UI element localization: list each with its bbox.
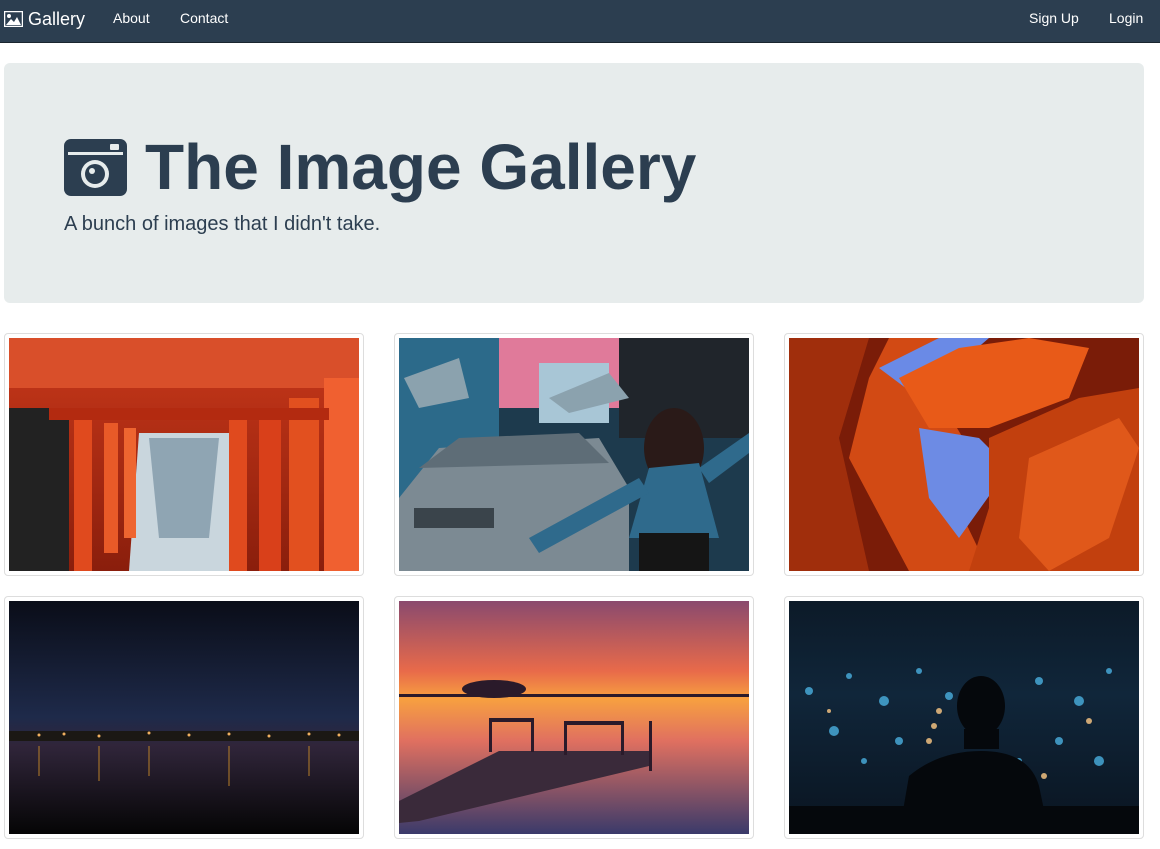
nav-about-link[interactable]: About (113, 0, 150, 37)
brand-link[interactable]: Gallery (4, 0, 85, 38)
delorean-woman-photo (399, 338, 749, 571)
nav-login-link[interactable]: Login (1109, 0, 1143, 37)
top-navbar: Gallery About Contact Sign Up Login (0, 0, 1160, 43)
gallery-thumbnail[interactable] (784, 333, 1144, 576)
image-icon (4, 11, 23, 27)
torii-gates-photo (9, 338, 359, 571)
night-city-river-photo (9, 601, 359, 834)
brand-label: Gallery (28, 8, 86, 29)
gallery-thumbnail[interactable] (784, 596, 1144, 839)
city-bokeh-silhouette-photo (789, 601, 1139, 834)
title-text: The Image Gallery (145, 131, 697, 203)
canyon-rock-photo (789, 338, 1139, 571)
subtitle: A bunch of images that I didn't take. (64, 213, 381, 235)
nav-contact-link[interactable]: Contact (180, 0, 228, 37)
gallery-thumbnail[interactable] (4, 596, 364, 839)
gallery-thumbnail[interactable] (394, 333, 754, 576)
sunset-dock-photo (399, 601, 749, 834)
jumbotron: The Image Gallery A bunch of images that… (4, 63, 1144, 303)
gallery-thumbnail[interactable] (4, 333, 364, 576)
nav-signup-link[interactable]: Sign Up (1029, 0, 1079, 37)
gallery-thumbnail[interactable] (394, 596, 754, 839)
page-title: The Image Gallery (64, 135, 696, 199)
camera-icon (64, 138, 127, 196)
